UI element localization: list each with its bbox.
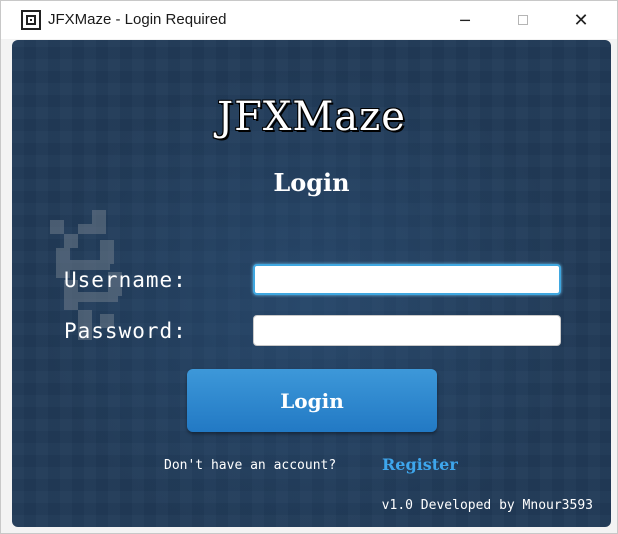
version-footer: v1.0 Developed by Mnour3593: [381, 498, 593, 513]
minimize-icon: ─: [460, 10, 470, 30]
page-subtitle: Login: [273, 168, 350, 197]
username-label: Username:: [64, 268, 187, 292]
title-bar[interactable]: JFXMaze - Login Required ─ ✕: [1, 1, 617, 39]
app-window: JFXMaze - Login Required ─ ✕ JFXMaze Log…: [0, 0, 618, 534]
login-panel: JFXMaze Login Username: Password: Login …: [12, 40, 611, 527]
register-prompt: Don't have an account?: [164, 458, 337, 473]
minimize-button[interactable]: ─: [436, 1, 494, 39]
window-title: JFXMaze - Login Required: [48, 11, 227, 28]
username-input[interactable]: [253, 264, 561, 295]
password-label: Password:: [64, 319, 187, 343]
password-input[interactable]: [253, 315, 561, 346]
register-link[interactable]: Register: [382, 455, 458, 474]
maze-icon: [21, 10, 41, 30]
close-button[interactable]: ✕: [552, 1, 610, 39]
maximize-button[interactable]: [494, 1, 552, 39]
maximize-icon: [518, 15, 528, 25]
close-icon: ✕: [573, 9, 589, 31]
app-title: JFXMaze: [217, 94, 406, 140]
login-button[interactable]: Login: [187, 369, 437, 432]
